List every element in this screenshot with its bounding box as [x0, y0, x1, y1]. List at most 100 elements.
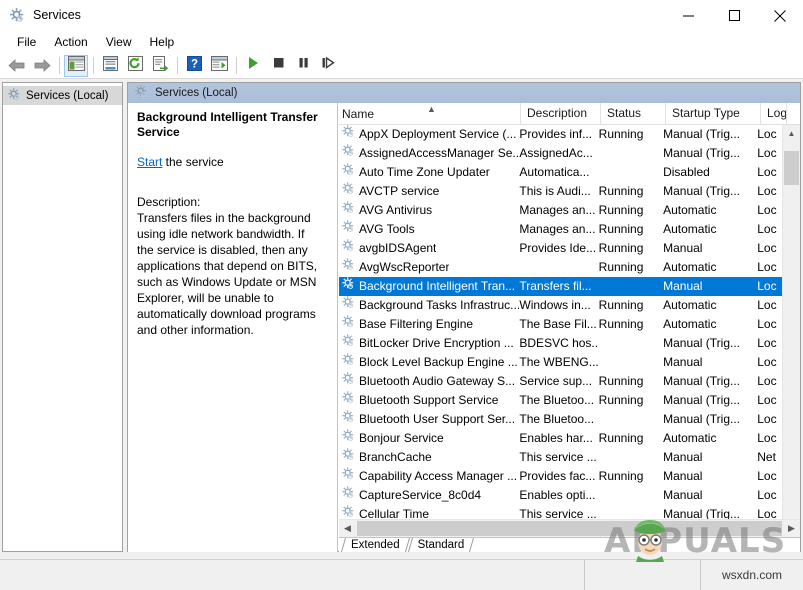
cell-name: Block Level Backup Engine ...	[339, 353, 519, 372]
horizontal-scroll-thumb[interactable]	[357, 521, 782, 536]
cell-startup-type: Automatic	[663, 298, 717, 312]
back-button[interactable]	[5, 55, 29, 77]
services-gear-icon	[8, 87, 21, 104]
cell-status: Running	[598, 260, 644, 274]
minimize-button[interactable]	[665, 0, 711, 31]
service-gear-icon	[342, 182, 355, 201]
pause-icon	[297, 56, 310, 75]
description-text: Transfers files in the background using …	[137, 211, 318, 337]
service-gear-icon	[342, 220, 355, 239]
show-hide-console-tree-button[interactable]	[64, 54, 88, 77]
table-row[interactable]: Capability Access Manager ... Provides fa…	[339, 467, 783, 486]
view-tabs: Extended Standard	[339, 537, 800, 552]
restart-service-button[interactable]	[316, 55, 340, 77]
service-gear-icon	[342, 144, 355, 163]
column-header-status[interactable]: Status	[601, 103, 666, 125]
table-row[interactable]: avgbIDSAgent Provides Ide... Running Manual…	[339, 239, 783, 258]
scroll-left-button[interactable]: ◀	[339, 520, 356, 537]
cell-name: Bluetooth Support Service	[339, 391, 519, 410]
column-header-description[interactable]: Description	[521, 103, 601, 125]
cell-startup-type: Automatic	[663, 222, 717, 236]
cell-log-on-as: Loc	[757, 336, 777, 350]
properties-button[interactable]	[98, 55, 122, 77]
vertical-scroll-thumb[interactable]	[784, 151, 799, 185]
scroll-right-button[interactable]: ▶	[783, 520, 800, 537]
table-row[interactable]: AVG Tools Manages an... Running Automatic Lo…	[339, 220, 783, 239]
toolbar-separator	[236, 57, 237, 74]
tab-standard[interactable]: Standard	[410, 538, 475, 552]
pause-service-button[interactable]	[291, 55, 315, 77]
cell-log-on-as: Net	[757, 450, 776, 464]
table-row[interactable]: Auto Time Zone Updater Automatica... Disab…	[339, 163, 783, 182]
column-header-startup-type[interactable]: Startup Type	[666, 103, 761, 125]
table-row[interactable]: AppX Deployment Service (... Provides inf…	[339, 125, 783, 144]
table-row[interactable]: AvgWscReporter Running Automatic Loc	[339, 258, 783, 277]
cell-log-on-as: Loc	[757, 317, 777, 331]
toolbar-separator	[177, 57, 178, 74]
cell-startup-type: Manual (Trig...	[663, 412, 741, 426]
refresh-button[interactable]	[123, 55, 147, 77]
cell-name: AVG Antivirus	[339, 201, 519, 220]
table-row[interactable]: BitLocker Drive Encryption ... BDESVC hos…	[339, 334, 783, 353]
table-row[interactable]: Background Tasks Infrastruc... Windows in…	[339, 296, 783, 315]
list-horizontal-scrollbar[interactable]: ◀ ▶	[339, 519, 800, 537]
table-row[interactable]: BranchCache This service ... Manual Net	[339, 448, 783, 467]
start-service-link[interactable]: Start	[137, 155, 162, 169]
menu-action[interactable]: Action	[45, 33, 96, 52]
column-header-log-on-as[interactable]: Log	[761, 103, 787, 125]
cell-status	[599, 334, 663, 353]
column-header-name[interactable]: Name ▲	[339, 103, 521, 125]
table-row[interactable]: Bluetooth Support Service The Bluetoo... R…	[339, 391, 783, 410]
cell-status	[599, 448, 663, 467]
cell-name: Bluetooth User Support Ser...	[339, 410, 519, 429]
cell-name: Capability Access Manager ...	[339, 467, 519, 486]
menu-file[interactable]: File	[8, 33, 45, 52]
cell-name: AvgWscReporter	[339, 258, 519, 277]
table-row[interactable]: Block Level Backup Engine ... The WBENG..…	[339, 353, 783, 372]
table-row[interactable]: CaptureService_8c0d4 Enables opti... Manua…	[339, 486, 783, 505]
table-row[interactable]: Bluetooth User Support Ser... The Bluetoo…	[339, 410, 783, 429]
cell-log-on-as: Loc	[757, 241, 777, 255]
list-vertical-scrollbar[interactable]: ▲ ▼	[782, 125, 800, 537]
results-pane: Services (Local) Background Intelligent …	[127, 82, 801, 552]
cell-log-on-as: Loc	[757, 203, 777, 217]
table-row[interactable]: Bluetooth Audio Gateway S... Service sup.…	[339, 372, 783, 391]
close-button[interactable]	[757, 0, 803, 31]
menu-help[interactable]: Help	[141, 33, 184, 52]
menu-view[interactable]: View	[97, 33, 141, 52]
table-row[interactable]: AVG Antivirus Manages an... Running Automat…	[339, 201, 783, 220]
cell-status: Running	[598, 393, 644, 407]
table-row[interactable]: AssignedAccessManager Se... AssignedAc...…	[339, 144, 783, 163]
service-gear-icon	[342, 410, 355, 429]
service-name: AvgWscReporter	[359, 260, 450, 274]
cell-startup-type: Automatic	[663, 260, 717, 274]
show-hide-action-pane-button[interactable]	[207, 55, 231, 77]
service-gear-icon	[342, 315, 355, 334]
service-name: Bonjour Service	[359, 431, 444, 445]
service-name: AppX Deployment Service (...	[359, 127, 517, 141]
maximize-button[interactable]	[711, 0, 757, 31]
cell-description: The WBENG...	[519, 355, 599, 369]
table-row[interactable]: Base Filtering Engine The Base Fil... Runn…	[339, 315, 783, 334]
cell-description: Enables opti...	[519, 488, 596, 502]
cell-startup-type: Manual	[663, 469, 703, 483]
table-row[interactable]: AVCTP service This is Audi... Running Manua…	[339, 182, 783, 201]
forward-button[interactable]	[30, 55, 54, 77]
help-button[interactable]: ?	[182, 55, 206, 77]
tab-extended[interactable]: Extended	[343, 538, 410, 552]
table-row[interactable]: Background Intelligent Tran... Transfers …	[339, 277, 783, 296]
service-name: AVG Tools	[359, 222, 415, 236]
title-bar: Services	[0, 0, 803, 33]
tree-pane-icon	[67, 55, 85, 76]
start-service-button[interactable]	[241, 55, 265, 77]
cell-status: Running	[598, 127, 644, 141]
export-icon	[152, 55, 169, 76]
tree-item-services-local[interactable]: Services (Local)	[3, 86, 122, 105]
cell-startup-type: Automatic	[663, 431, 717, 445]
cell-name: BitLocker Drive Encryption ...	[339, 334, 519, 353]
export-list-button[interactable]	[148, 55, 172, 77]
cell-startup-type: Manual	[663, 241, 703, 255]
table-row[interactable]: Bonjour Service Enables har... Running Auto…	[339, 429, 783, 448]
stop-service-button[interactable]	[266, 55, 290, 77]
scroll-up-button[interactable]: ▲	[783, 125, 800, 142]
